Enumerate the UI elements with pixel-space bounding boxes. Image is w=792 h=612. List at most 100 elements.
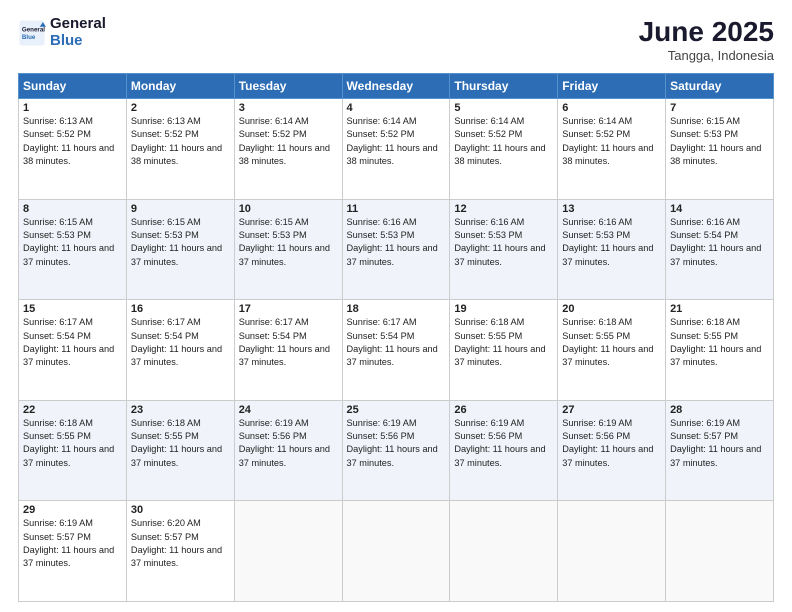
table-row: 5Sunrise: 6:14 AMSunset: 5:52 PMDaylight… xyxy=(450,99,558,200)
day-number: 17 xyxy=(239,303,338,315)
table-row: 2Sunrise: 6:13 AMSunset: 5:52 PMDaylight… xyxy=(126,99,234,200)
logo-icon: General Blue xyxy=(18,19,46,47)
table-row xyxy=(234,501,342,602)
day-number: 9 xyxy=(131,203,230,215)
day-info: Sunrise: 6:16 AMSunset: 5:53 PMDaylight:… xyxy=(347,216,446,269)
header: General Blue General Blue June 2025 Tang… xyxy=(18,16,774,63)
day-info: Sunrise: 6:15 AMSunset: 5:53 PMDaylight:… xyxy=(23,216,122,269)
table-row xyxy=(558,501,666,602)
day-number: 22 xyxy=(23,404,122,416)
day-number: 2 xyxy=(131,102,230,114)
col-saturday: Saturday xyxy=(666,74,774,99)
day-number: 16 xyxy=(131,303,230,315)
day-number: 8 xyxy=(23,203,122,215)
day-info: Sunrise: 6:14 AMSunset: 5:52 PMDaylight:… xyxy=(239,115,338,168)
col-tuesday: Tuesday xyxy=(234,74,342,99)
day-info: Sunrise: 6:16 AMSunset: 5:54 PMDaylight:… xyxy=(670,216,769,269)
table-row: 3Sunrise: 6:14 AMSunset: 5:52 PMDaylight… xyxy=(234,99,342,200)
day-number: 11 xyxy=(347,203,446,215)
table-row: 14Sunrise: 6:16 AMSunset: 5:54 PMDayligh… xyxy=(666,199,774,300)
day-info: Sunrise: 6:19 AMSunset: 5:57 PMDaylight:… xyxy=(670,417,769,470)
svg-text:General: General xyxy=(22,26,45,33)
day-info: Sunrise: 6:13 AMSunset: 5:52 PMDaylight:… xyxy=(131,115,230,168)
col-wednesday: Wednesday xyxy=(342,74,450,99)
table-row: 23Sunrise: 6:18 AMSunset: 5:55 PMDayligh… xyxy=(126,400,234,501)
calendar-header-row: Sunday Monday Tuesday Wednesday Thursday… xyxy=(19,74,774,99)
day-info: Sunrise: 6:14 AMSunset: 5:52 PMDaylight:… xyxy=(562,115,661,168)
day-info: Sunrise: 6:19 AMSunset: 5:56 PMDaylight:… xyxy=(347,417,446,470)
day-number: 30 xyxy=(131,504,230,516)
day-number: 28 xyxy=(670,404,769,416)
day-info: Sunrise: 6:14 AMSunset: 5:52 PMDaylight:… xyxy=(347,115,446,168)
day-number: 19 xyxy=(454,303,553,315)
day-info: Sunrise: 6:18 AMSunset: 5:55 PMDaylight:… xyxy=(23,417,122,470)
day-number: 24 xyxy=(239,404,338,416)
day-number: 18 xyxy=(347,303,446,315)
day-number: 12 xyxy=(454,203,553,215)
table-row: 20Sunrise: 6:18 AMSunset: 5:55 PMDayligh… xyxy=(558,300,666,401)
day-info: Sunrise: 6:20 AMSunset: 5:57 PMDaylight:… xyxy=(131,517,230,570)
day-number: 14 xyxy=(670,203,769,215)
table-row xyxy=(666,501,774,602)
table-row: 8Sunrise: 6:15 AMSunset: 5:53 PMDaylight… xyxy=(19,199,127,300)
logo-text: General Blue xyxy=(50,16,106,49)
day-number: 6 xyxy=(562,102,661,114)
table-row: 26Sunrise: 6:19 AMSunset: 5:56 PMDayligh… xyxy=(450,400,558,501)
day-info: Sunrise: 6:17 AMSunset: 5:54 PMDaylight:… xyxy=(131,316,230,369)
table-row: 29Sunrise: 6:19 AMSunset: 5:57 PMDayligh… xyxy=(19,501,127,602)
day-info: Sunrise: 6:17 AMSunset: 5:54 PMDaylight:… xyxy=(23,316,122,369)
table-row: 15Sunrise: 6:17 AMSunset: 5:54 PMDayligh… xyxy=(19,300,127,401)
table-row xyxy=(342,501,450,602)
table-row: 21Sunrise: 6:18 AMSunset: 5:55 PMDayligh… xyxy=(666,300,774,401)
table-row: 13Sunrise: 6:16 AMSunset: 5:53 PMDayligh… xyxy=(558,199,666,300)
day-info: Sunrise: 6:18 AMSunset: 5:55 PMDaylight:… xyxy=(562,316,661,369)
table-row: 9Sunrise: 6:15 AMSunset: 5:53 PMDaylight… xyxy=(126,199,234,300)
table-row: 22Sunrise: 6:18 AMSunset: 5:55 PMDayligh… xyxy=(19,400,127,501)
table-row: 4Sunrise: 6:14 AMSunset: 5:52 PMDaylight… xyxy=(342,99,450,200)
day-number: 27 xyxy=(562,404,661,416)
day-info: Sunrise: 6:18 AMSunset: 5:55 PMDaylight:… xyxy=(670,316,769,369)
day-number: 1 xyxy=(23,102,122,114)
table-row: 7Sunrise: 6:15 AMSunset: 5:53 PMDaylight… xyxy=(666,99,774,200)
table-row: 16Sunrise: 6:17 AMSunset: 5:54 PMDayligh… xyxy=(126,300,234,401)
col-friday: Friday xyxy=(558,74,666,99)
day-info: Sunrise: 6:19 AMSunset: 5:56 PMDaylight:… xyxy=(562,417,661,470)
col-sunday: Sunday xyxy=(19,74,127,99)
day-number: 23 xyxy=(131,404,230,416)
table-row: 19Sunrise: 6:18 AMSunset: 5:55 PMDayligh… xyxy=(450,300,558,401)
table-row: 11Sunrise: 6:16 AMSunset: 5:53 PMDayligh… xyxy=(342,199,450,300)
location: Tangga, Indonesia xyxy=(639,48,774,63)
month-title: June 2025 xyxy=(639,16,774,48)
logo: General Blue General Blue xyxy=(18,16,106,49)
day-info: Sunrise: 6:18 AMSunset: 5:55 PMDaylight:… xyxy=(131,417,230,470)
day-number: 7 xyxy=(670,102,769,114)
day-info: Sunrise: 6:16 AMSunset: 5:53 PMDaylight:… xyxy=(454,216,553,269)
day-number: 15 xyxy=(23,303,122,315)
day-info: Sunrise: 6:13 AMSunset: 5:52 PMDaylight:… xyxy=(23,115,122,168)
table-row: 30Sunrise: 6:20 AMSunset: 5:57 PMDayligh… xyxy=(126,501,234,602)
day-info: Sunrise: 6:19 AMSunset: 5:57 PMDaylight:… xyxy=(23,517,122,570)
page: General Blue General Blue June 2025 Tang… xyxy=(0,0,792,612)
day-number: 5 xyxy=(454,102,553,114)
table-row: 24Sunrise: 6:19 AMSunset: 5:56 PMDayligh… xyxy=(234,400,342,501)
table-row: 27Sunrise: 6:19 AMSunset: 5:56 PMDayligh… xyxy=(558,400,666,501)
day-info: Sunrise: 6:18 AMSunset: 5:55 PMDaylight:… xyxy=(454,316,553,369)
table-row: 1Sunrise: 6:13 AMSunset: 5:52 PMDaylight… xyxy=(19,99,127,200)
title-block: June 2025 Tangga, Indonesia xyxy=(639,16,774,63)
day-info: Sunrise: 6:17 AMSunset: 5:54 PMDaylight:… xyxy=(347,316,446,369)
day-number: 29 xyxy=(23,504,122,516)
col-thursday: Thursday xyxy=(450,74,558,99)
day-number: 13 xyxy=(562,203,661,215)
day-number: 21 xyxy=(670,303,769,315)
day-info: Sunrise: 6:14 AMSunset: 5:52 PMDaylight:… xyxy=(454,115,553,168)
day-info: Sunrise: 6:15 AMSunset: 5:53 PMDaylight:… xyxy=(239,216,338,269)
svg-text:Blue: Blue xyxy=(22,34,36,41)
day-number: 4 xyxy=(347,102,446,114)
day-number: 26 xyxy=(454,404,553,416)
day-info: Sunrise: 6:19 AMSunset: 5:56 PMDaylight:… xyxy=(239,417,338,470)
day-number: 3 xyxy=(239,102,338,114)
table-row: 28Sunrise: 6:19 AMSunset: 5:57 PMDayligh… xyxy=(666,400,774,501)
day-number: 25 xyxy=(347,404,446,416)
day-number: 20 xyxy=(562,303,661,315)
table-row: 12Sunrise: 6:16 AMSunset: 5:53 PMDayligh… xyxy=(450,199,558,300)
